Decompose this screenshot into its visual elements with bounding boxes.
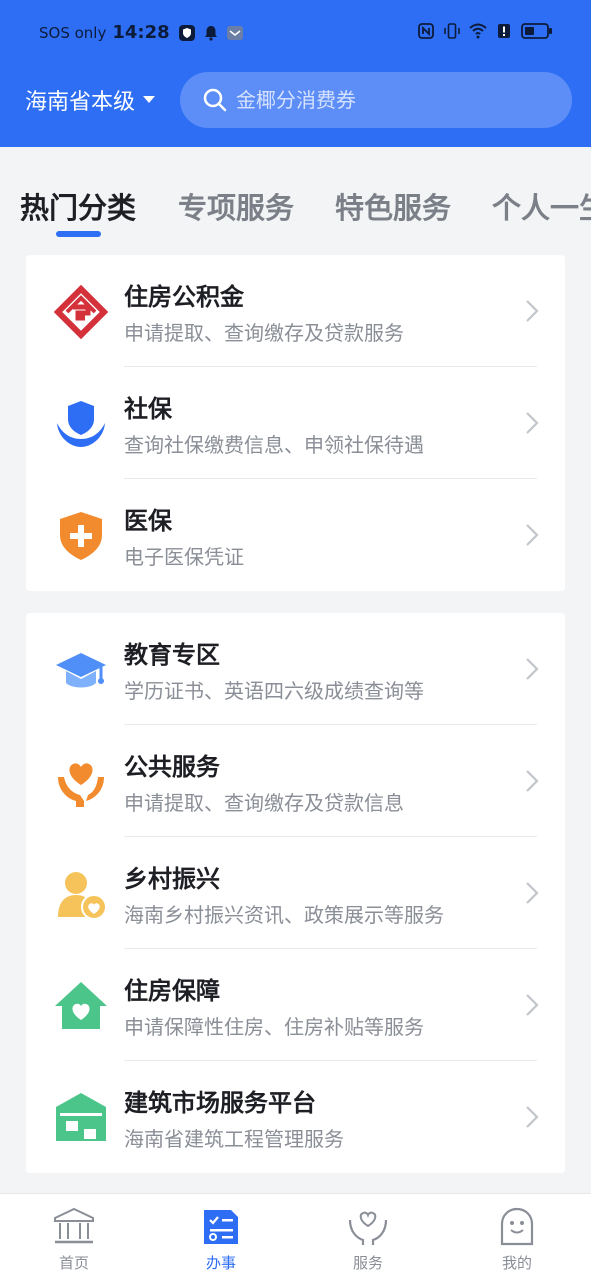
tab-personal-life[interactable]: 个人一生	[492, 185, 591, 227]
item-desc: 海南省建筑工程管理服务	[124, 1127, 344, 1151]
list-item-medical-insurance[interactable]: 医保 电子医保凭证	[26, 479, 565, 591]
nfc-icon	[418, 23, 434, 39]
chevron-right-icon	[526, 524, 539, 546]
list-item-housing-security[interactable]: 住房保障 申请保障性住房、住房补贴等服务	[26, 949, 565, 1061]
rural-revitalization-icon	[58, 872, 107, 920]
caret-down-icon	[143, 96, 156, 103]
item-desc: 申请提取、查询缴存及贷款信息	[124, 791, 404, 815]
nav-profile[interactable]: 我的	[467, 1206, 567, 1273]
search-icon	[203, 88, 227, 112]
item-title: 教育专区	[124, 641, 220, 669]
list-item-building-market[interactable]: 建筑市场服务平台 海南省建筑工程管理服务	[26, 1061, 565, 1173]
nav-label: 办事	[205, 1254, 236, 1272]
status-time: 14:28	[112, 22, 170, 43]
chevron-right-icon	[526, 412, 539, 434]
alert-icon	[498, 24, 510, 38]
item-title: 医保	[124, 507, 172, 535]
list-item-social-security[interactable]: 社保 查询社保缴费信息、申领社保待遇	[26, 367, 565, 479]
tab-special-services[interactable]: 专项服务	[178, 185, 294, 227]
chevron-right-icon	[526, 994, 539, 1016]
nav-tasks[interactable]: 办事	[171, 1206, 271, 1273]
app-notification-icon	[226, 25, 243, 40]
social-security-icon	[57, 401, 105, 447]
service-card-more: 教育专区 学历证书、英语四六级成绩查询等 公共服务 申请提取、查询缴存及贷款信息	[26, 613, 565, 1173]
list-item-housing-fund[interactable]: 住房公积金 申请提取、查询缴存及贷款服务	[26, 255, 565, 367]
item-desc: 查询社保缴费信息、申领社保待遇	[124, 433, 424, 457]
chevron-right-icon	[526, 1106, 539, 1128]
service-card-hot: 住房公积金 申请提取、查询缴存及贷款服务 社保 查询社保缴费信息、申领社保待遇 …	[26, 255, 565, 591]
nav-home[interactable]: 首页	[24, 1206, 124, 1273]
public-service-icon	[58, 763, 104, 807]
chevron-right-icon	[526, 300, 539, 322]
building-market-icon	[56, 1093, 106, 1141]
battery-icon	[521, 23, 552, 39]
medical-insurance-icon	[60, 512, 102, 560]
chevron-right-icon	[526, 658, 539, 680]
item-title: 公共服务	[124, 753, 220, 781]
item-desc: 申请保障性住房、住房补贴等服务	[124, 1015, 424, 1039]
shield-icon	[178, 24, 195, 41]
search-input[interactable]	[234, 87, 558, 113]
region-selector[interactable]: 海南省本级	[25, 84, 157, 116]
region-label: 海南省本级	[25, 90, 136, 115]
top-bar: 海南省本级	[0, 72, 591, 128]
wifi-icon	[469, 23, 487, 39]
item-title: 住房保障	[124, 977, 220, 1005]
search-bar[interactable]	[180, 72, 572, 128]
graduation-cap-icon	[56, 653, 106, 688]
bottom-nav: 首页 办事 服务 我的	[0, 1193, 591, 1281]
nav-label: 首页	[58, 1254, 89, 1272]
item-title: 住房公积金	[124, 283, 244, 311]
nav-label: 我的	[501, 1254, 532, 1272]
carrier-text: SOS only	[39, 23, 107, 42]
bell-icon	[204, 25, 217, 41]
nav-service[interactable]: 服务	[318, 1206, 418, 1273]
tasks-icon	[204, 1210, 238, 1244]
housing-fund-icon	[54, 285, 108, 339]
item-desc: 海南乡村振兴资讯、政策展示等服务	[124, 903, 444, 927]
tab-indicator	[56, 231, 101, 237]
chevron-right-icon	[526, 770, 539, 792]
tab-featured-services[interactable]: 特色服务	[335, 185, 451, 227]
item-title: 乡村振兴	[124, 865, 220, 893]
home-icon	[54, 1207, 94, 1244]
tab-hot-categories[interactable]: 热门分类	[20, 185, 136, 227]
housing-security-icon	[55, 982, 107, 1029]
profile-icon	[500, 1207, 534, 1246]
item-title: 建筑市场服务平台	[124, 1089, 316, 1117]
nav-label: 服务	[352, 1254, 383, 1272]
item-desc: 申请提取、查询缴存及贷款服务	[124, 321, 404, 345]
vibrate-icon	[444, 23, 460, 39]
item-desc: 电子医保凭证	[124, 545, 244, 569]
content: 热门分类 专项服务 特色服务 个人一生 住房公积金 申请提取、查询缴存及贷款服务…	[0, 147, 591, 1193]
status-bar: SOS only 14:28	[0, 14, 591, 52]
list-item-education[interactable]: 教育专区 学历证书、英语四六级成绩查询等	[26, 613, 565, 725]
list-item-public-service[interactable]: 公共服务 申请提取、查询缴存及贷款信息	[26, 725, 565, 837]
item-desc: 学历证书、英语四六级成绩查询等	[124, 679, 424, 703]
chevron-right-icon	[526, 882, 539, 904]
item-title: 社保	[124, 395, 172, 423]
header: SOS only 14:28 海南省本级	[0, 0, 591, 147]
list-item-rural-revitalization[interactable]: 乡村振兴 海南乡村振兴资讯、政策展示等服务	[26, 837, 565, 949]
service-hands-icon	[348, 1211, 388, 1245]
